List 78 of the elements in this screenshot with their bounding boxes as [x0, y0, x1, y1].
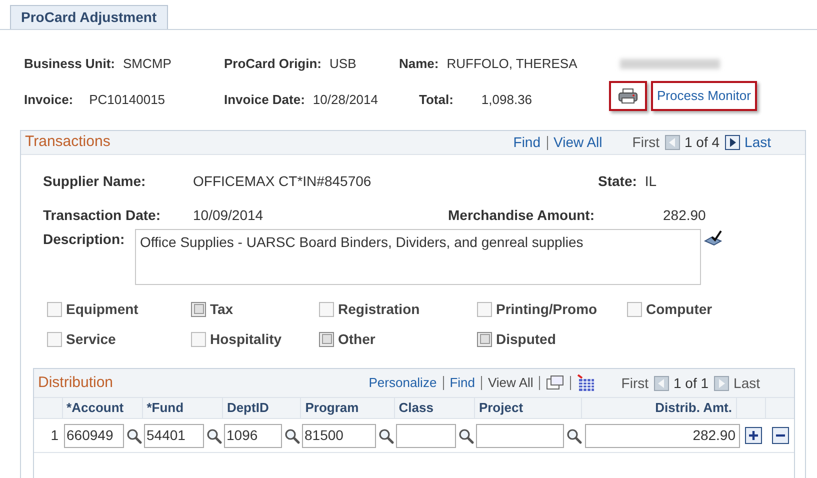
spell-check-icon[interactable]: [703, 229, 723, 247]
checkbox[interactable]: [319, 302, 334, 316]
checkbox-label: Hospitality: [210, 330, 282, 349]
input-field[interactable]: [476, 424, 564, 448]
field-value: 10/28/2014: [312, 91, 378, 110]
input-field[interactable]: 54401: [144, 424, 204, 448]
input-field[interactable]: 660949: [64, 424, 124, 448]
amount-field[interactable]: 282.90: [584, 424, 740, 448]
print-button[interactable]: [609, 81, 647, 111]
field-label: Merchandise Amount:: [448, 206, 596, 225]
tab[interactable]: ProCard Adjustment: [10, 5, 168, 29]
field-value: SMCMP: [123, 55, 172, 74]
field-value: PC10140015: [89, 91, 166, 110]
input-field[interactable]: 81500: [302, 424, 376, 448]
checkbox-label: Computer: [646, 300, 712, 319]
search-icon[interactable]: [566, 428, 582, 444]
plus-icon: [748, 430, 759, 441]
checkbox-label: Service: [66, 330, 116, 348]
field-value: 282.90: [663, 206, 706, 225]
column-header: DeptID: [226, 399, 269, 418]
row-number: 1: [50, 426, 59, 445]
field-value: 1,098.36: [481, 91, 532, 110]
column-header: *Account: [66, 399, 124, 418]
search-icon[interactable]: [284, 428, 300, 444]
input-field[interactable]: [396, 424, 456, 448]
last-link[interactable]: Last: [744, 132, 771, 153]
column-header: Program: [305, 399, 359, 418]
checkbox-label: Printing/Promo: [496, 300, 598, 319]
column-header: *Fund: [146, 399, 184, 418]
field-label: Business Unit:: [24, 55, 116, 74]
checkbox[interactable]: [191, 332, 206, 346]
input-field[interactable]: 1096: [224, 424, 282, 448]
search-icon[interactable]: [458, 428, 474, 444]
checkbox[interactable]: [477, 302, 492, 316]
field-value: 10/09/2014: [193, 206, 264, 225]
toolbar-link[interactable]: Personalize: [368, 373, 437, 393]
column-header: Distrib. Amt.: [655, 399, 732, 418]
printer-icon: [618, 88, 638, 104]
new-window-icon[interactable]: [546, 375, 564, 391]
page-count: 1 of 4: [684, 133, 720, 152]
field-label: State:: [598, 172, 637, 191]
checkbox-label: Equipment: [66, 300, 138, 319]
field-label: Total:: [419, 91, 454, 110]
checkbox-label: Tax: [210, 300, 234, 318]
process-monitor-link[interactable]: Process Monitor: [651, 81, 757, 111]
delete-row-button[interactable]: [772, 427, 789, 444]
toolbar-link[interactable]: Find: [450, 373, 475, 393]
field-label: Supplier Name:: [43, 172, 147, 191]
field-label: Invoice Date:: [224, 91, 305, 110]
field-label: ProCard Origin:: [224, 55, 322, 74]
find-link[interactable]: Find: [513, 132, 540, 153]
section-title: Distribution: [38, 372, 114, 393]
description-field[interactable]: Office Supplies - UARSC Board Binders, Dividers, and genreal supplies: [135, 229, 701, 285]
field-label: Invoice:: [24, 91, 74, 110]
section-title: Transactions: [25, 132, 110, 152]
column-header: Project: [478, 399, 524, 418]
page-count: 1 of 1: [674, 374, 709, 392]
field-value: USB: [330, 55, 356, 74]
field-label: Name:: [399, 55, 439, 74]
checkbox-label: Other: [338, 330, 376, 348]
checkbox-label: Registration: [338, 300, 420, 319]
field-label: Transaction Date:: [43, 206, 162, 225]
column-header: Class: [398, 399, 434, 418]
checkbox[interactable]: [47, 302, 62, 316]
field-value: RUFFOLO, THERESA: [446, 55, 578, 74]
search-icon[interactable]: [126, 428, 142, 444]
view-all-link[interactable]: View All: [554, 132, 602, 153]
search-icon[interactable]: [378, 428, 394, 444]
field-value: OFFICEMAX CT*IN#845706: [193, 172, 372, 191]
search-icon[interactable]: [206, 428, 222, 444]
checkbox[interactable]: [627, 302, 642, 316]
grid-download-icon[interactable]: [577, 374, 596, 392]
view-all-link[interactable]: View All: [488, 373, 534, 393]
add-row-button[interactable]: [744, 427, 762, 444]
field-label: Description:: [43, 230, 126, 249]
checkbox-label: Disputed: [496, 330, 556, 349]
checkbox[interactable]: [47, 332, 62, 346]
field-value: IL: [644, 172, 657, 191]
